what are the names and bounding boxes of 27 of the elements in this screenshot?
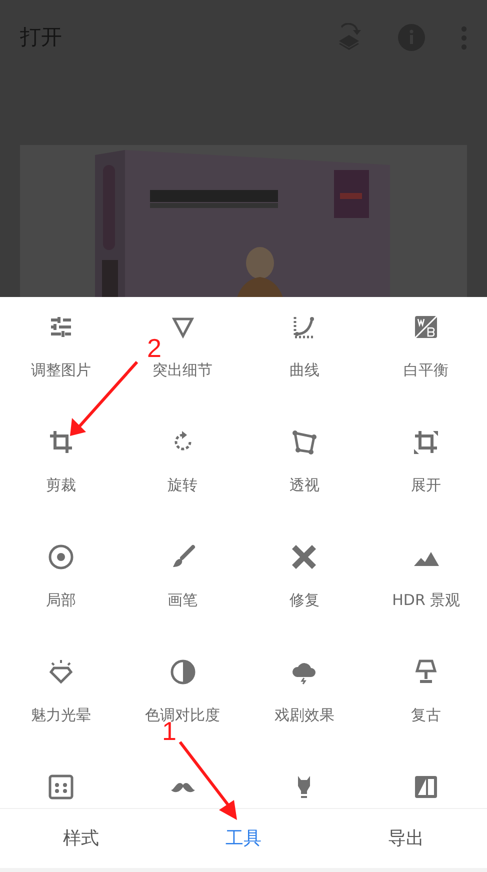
bottom-tab[interactable]: 工具: [162, 825, 325, 852]
diamond-icon[interactable]: [48, 659, 74, 685]
tool-label[interactable]: 曲线: [289, 359, 320, 382]
tool-label[interactable]: 白平衡: [404, 359, 449, 382]
tool-label[interactable]: 透视: [289, 474, 320, 496]
target-icon[interactable]: [48, 544, 74, 570]
tool-label[interactable]: 画笔: [168, 589, 198, 612]
split-square-icon[interactable]: [413, 774, 440, 800]
lamp-icon[interactable]: [413, 659, 440, 685]
dice-icon[interactable]: [48, 774, 74, 800]
tool-label[interactable]: 戏剧效果: [274, 704, 334, 726]
perspective-icon[interactable]: [291, 429, 318, 455]
bottom-tab[interactable]: 样式: [0, 825, 162, 852]
tool-label[interactable]: HDR 景观: [392, 589, 460, 612]
tool-label[interactable]: 展开: [411, 474, 442, 496]
contrast-circle-icon[interactable]: [170, 659, 196, 685]
expand-icon[interactable]: [413, 429, 440, 455]
wb-square-icon[interactable]: [413, 314, 440, 340]
crop-icon[interactable]: [48, 429, 74, 455]
tool-label[interactable]: 复古: [411, 704, 442, 726]
tool-label[interactable]: 调整图片: [30, 359, 91, 382]
tool-label[interactable]: 修复: [289, 589, 320, 612]
tool-label[interactable]: 魅力光晕: [30, 704, 91, 726]
tool-label[interactable]: 剪裁: [46, 474, 76, 496]
bottom-tab[interactable]: 导出: [324, 825, 487, 852]
tool-label[interactable]: 旋转: [168, 474, 198, 496]
tool-label[interactable]: 局部: [46, 589, 76, 612]
